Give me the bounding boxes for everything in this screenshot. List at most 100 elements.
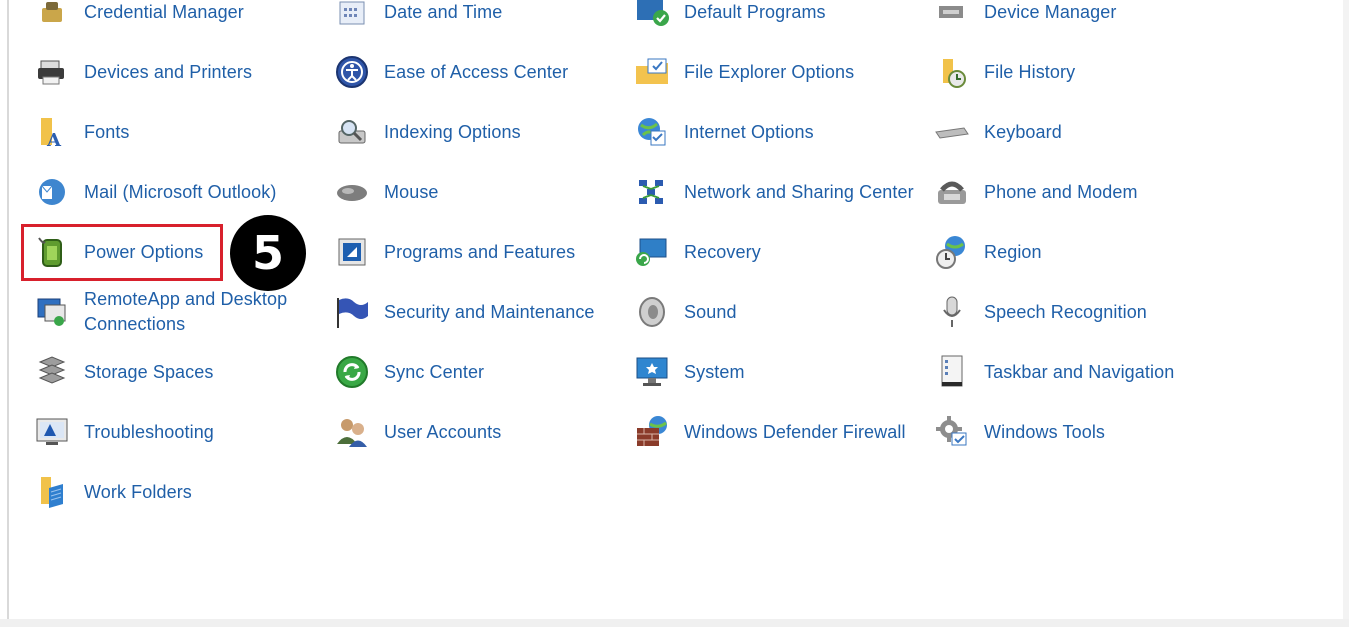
item-troubleshooting[interactable]: Troubleshooting [30,402,330,462]
item-label: Devices and Printers [84,61,253,82]
item-label: Phone and Modem [984,181,1138,202]
credential-manager-icon [34,0,70,30]
window-right-edge [1343,0,1349,627]
item-recovery[interactable]: Recovery [630,222,930,282]
item-label: RemoteApp and Desktop Connections [84,289,288,334]
item-label: Credential Manager [84,1,244,22]
security-flag-icon [334,294,370,330]
item-label: Sound [684,301,737,322]
user-accounts-icon [334,414,370,450]
firewall-icon [634,414,670,450]
file-history-icon [934,54,970,90]
microphone-icon [934,294,970,330]
troubleshooting-icon [34,414,70,450]
item-label: Device Manager [984,1,1117,22]
taskbar-icon [934,354,970,390]
item-network-and-sharing-center[interactable]: Network and Sharing Center [630,162,930,222]
mouse-icon [334,174,370,210]
item-credential-manager[interactable]: Credential Manager [30,0,330,42]
item-indexing-options[interactable]: Indexing Options [330,102,630,162]
item-label: Mouse [384,181,439,202]
item-device-manager[interactable]: Device Manager [930,0,1230,42]
item-windows-defender-firewall[interactable]: Windows Defender Firewall [630,402,930,462]
item-label: Windows Tools [984,421,1106,442]
item-label: Default Programs [684,1,826,22]
item-ease-of-access-center[interactable]: Ease of Access Center [330,42,630,102]
ease-of-access-icon [334,54,370,90]
keyboard-icon [934,114,970,150]
item-label: Sync Center [384,361,485,382]
storage-spaces-icon [34,354,70,390]
indexing-icon [334,114,370,150]
item-label: Region [984,241,1042,262]
item-mouse[interactable]: Mouse [330,162,630,222]
item-phone-and-modem[interactable]: Phone and Modem [930,162,1230,222]
item-label: Internet Options [684,121,814,142]
region-icon [934,234,970,270]
recovery-icon [634,234,670,270]
svg-text:A: A [46,130,62,149]
item-label: System [684,361,745,382]
speaker-icon [634,294,670,330]
item-label: Speech Recognition [984,301,1147,322]
item-keyboard[interactable]: Keyboard [930,102,1230,162]
item-label: Network and Sharing Center [684,181,914,202]
item-label: File History [984,61,1076,82]
item-label: Taskbar and Navigation [984,361,1175,382]
item-fonts[interactable]: A Fonts [30,102,330,162]
item-label: Date and Time [384,1,503,22]
item-programs-and-features[interactable]: Programs and Features [330,222,630,282]
item-devices-and-printers[interactable]: Devices and Printers [30,42,330,102]
item-work-folders[interactable]: Work Folders [30,462,330,522]
item-label: Windows Defender Firewall [684,421,906,442]
item-sync-center[interactable]: Sync Center [330,342,630,402]
item-label: Ease of Access Center [384,61,569,82]
window-left-edge [0,0,9,627]
fonts-icon: A [34,114,70,150]
remoteapp-icon [34,294,70,330]
item-taskbar-and-navigation[interactable]: Taskbar and Navigation [930,342,1230,402]
phone-modem-icon [934,174,970,210]
item-windows-tools[interactable]: Windows Tools [930,402,1230,462]
item-remoteapp-and-desktop-connections[interactable]: RemoteApp and Desktop Connections [30,282,330,342]
work-folders-icon [34,474,70,510]
item-file-history[interactable]: File History [930,42,1230,102]
item-region[interactable]: Region [930,222,1230,282]
step-number-badge: 5 [230,215,306,291]
item-sound[interactable]: Sound [630,282,930,342]
item-label: User Accounts [384,421,502,442]
item-label: Mail (Microsoft Outlook) [84,181,277,202]
device-manager-icon [934,0,970,30]
item-security-and-maintenance[interactable]: Security and Maintenance [330,282,630,342]
item-label: Troubleshooting [84,421,214,442]
item-system[interactable]: System [630,342,930,402]
item-mail-microsoft-outlook[interactable]: Mail (Microsoft Outlook) [30,162,330,222]
item-label: Work Folders [84,481,192,502]
item-storage-spaces[interactable]: Storage Spaces [30,342,330,402]
sync-icon [334,354,370,390]
system-monitor-icon [634,354,670,390]
item-label: Keyboard [984,121,1062,142]
item-file-explorer-options[interactable]: File Explorer Options [630,42,930,102]
item-internet-options[interactable]: Internet Options [630,102,930,162]
default-programs-icon [634,0,670,30]
item-label: Indexing Options [384,121,521,142]
item-default-programs[interactable]: Default Programs [630,0,930,42]
programs-features-icon [334,234,370,270]
item-label: Recovery [684,241,761,262]
item-label: File Explorer Options [684,61,855,82]
item-label: Programs and Features [384,241,576,262]
window-bottom-edge [0,619,1349,627]
internet-options-icon [634,114,670,150]
item-label: Fonts [84,121,130,142]
item-user-accounts[interactable]: User Accounts [330,402,630,462]
power-options-highlight-box [21,224,223,281]
date-time-icon [334,0,370,30]
folder-options-icon [634,54,670,90]
printer-icon [34,54,70,90]
item-speech-recognition[interactable]: Speech Recognition [930,282,1230,342]
item-label: Security and Maintenance [384,301,595,322]
mail-icon [34,174,70,210]
gear-icon [934,414,970,450]
item-date-and-time[interactable]: Date and Time [330,0,630,42]
